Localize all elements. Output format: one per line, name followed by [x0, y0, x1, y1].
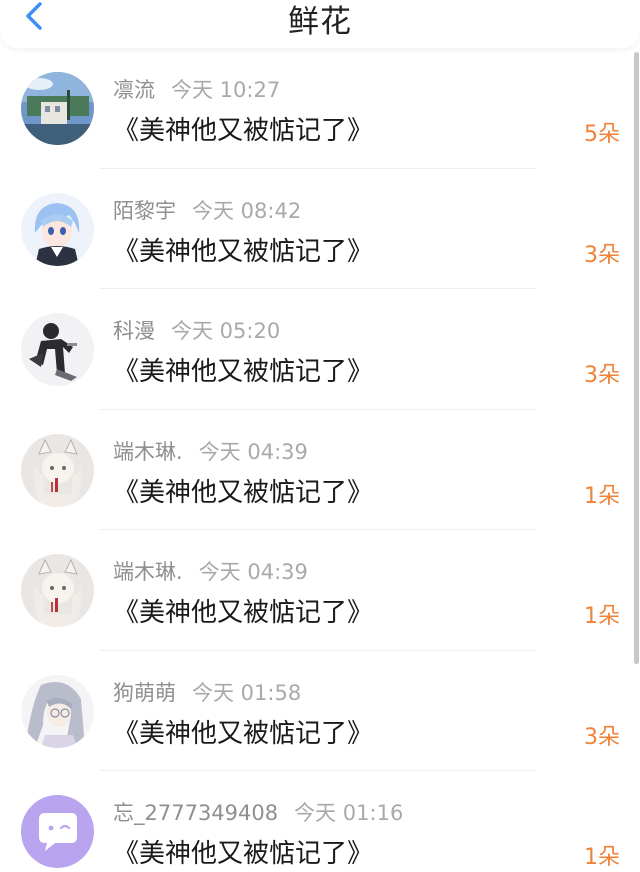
landscape-avatar[interactable]	[21, 72, 94, 145]
dark-figure-avatar[interactable]	[21, 313, 94, 386]
flower-count: 1朵	[584, 483, 620, 509]
white-fox-avatar[interactable]	[21, 433, 94, 507]
username[interactable]: 忘_2777349408	[113, 801, 278, 825]
username[interactable]: 端木琳.	[113, 560, 183, 584]
item-meta: 科漫 今天 05:20	[113, 315, 280, 345]
book-title[interactable]: 《美神他又被惦记了》	[113, 351, 373, 388]
item-meta: 忘_2777349408 今天 01:16	[113, 797, 403, 827]
list-item[interactable]: 狗萌萌 今天 01:58 《美神他又被惦记了》 3朵	[0, 651, 632, 771]
item-meta: 陌黎宇 今天 08:42	[113, 195, 301, 225]
white-fox-avatar[interactable]	[21, 554, 94, 627]
anime-blue-hair-avatar[interactable]	[21, 192, 94, 266]
timestamp: 今天 05:20	[171, 319, 281, 343]
book-title[interactable]: 《美神他又被惦记了》	[113, 713, 373, 750]
list-item[interactable]: 陌黎宇 今天 08:42 《美神他又被惦记了》 3朵	[0, 169, 632, 289]
item-meta: 端木琳. 今天 04:39	[113, 556, 308, 586]
timestamp: 今天 01:58	[192, 680, 302, 705]
timestamp: 今天 04:39	[198, 439, 308, 464]
item-meta: 凛流 今天 10:27	[113, 74, 280, 104]
flowers-page: 鲜花 凛流 今天 10:27 《美神他又被惦记了》 5朵 陌黎宇 今天 08:4…	[0, 0, 640, 872]
timestamp: 今天 08:42	[192, 198, 302, 223]
book-title[interactable]: 《美神他又被惦记了》	[113, 110, 373, 147]
flower-count: 1朵	[584, 604, 620, 629]
book-title[interactable]: 《美神他又被惦记了》	[113, 833, 373, 870]
default-chat-avatar[interactable]	[21, 795, 94, 868]
page-title: 鲜花	[288, 4, 352, 40]
book-title[interactable]: 《美神他又被惦记了》	[113, 592, 373, 629]
username[interactable]: 凛流	[113, 78, 155, 102]
list-item[interactable]: 凛流 今天 10:27 《美神他又被惦记了》 5朵	[0, 48, 632, 169]
timestamp: 今天 04:39	[198, 560, 308, 584]
username[interactable]: 科漫	[113, 319, 155, 343]
flower-count: 5朵	[584, 122, 620, 147]
username[interactable]: 狗萌萌	[113, 681, 176, 705]
list-item[interactable]: 科漫 今天 05:20 《美神他又被惦记了》 3朵	[0, 289, 632, 410]
item-meta: 狗萌萌 今天 01:58	[113, 677, 301, 707]
username[interactable]: 陌黎宇	[113, 199, 176, 223]
timestamp: 今天 01:16	[294, 801, 404, 825]
flower-count: 3朵	[584, 724, 620, 750]
book-title[interactable]: 《美神他又被惦记了》	[113, 231, 373, 268]
list-item[interactable]: 端木琳. 今天 04:39 《美神他又被惦记了》 1朵	[0, 530, 632, 651]
top-bar: 鲜花	[0, 0, 640, 48]
flower-list: 凛流 今天 10:27 《美神他又被惦记了》 5朵 陌黎宇 今天 08:42 《…	[0, 48, 632, 872]
book-title[interactable]: 《美神他又被惦记了》	[113, 472, 373, 509]
timestamp: 今天 10:27	[171, 78, 281, 102]
list-item[interactable]: 端木琳. 今天 04:39 《美神他又被惦记了》 1朵	[0, 410, 632, 530]
scrollbar[interactable]	[634, 52, 639, 664]
username[interactable]: 端木琳.	[113, 440, 183, 464]
flower-count: 1朵	[584, 845, 620, 870]
silver-hair-avatar[interactable]	[21, 674, 94, 748]
list-item[interactable]: 忘_2777349408 今天 01:16 《美神他又被惦记了》 1朵	[0, 771, 632, 872]
flower-count: 3朵	[584, 242, 620, 268]
item-meta: 端木琳. 今天 04:39	[113, 436, 308, 466]
flower-count: 3朵	[584, 363, 620, 388]
